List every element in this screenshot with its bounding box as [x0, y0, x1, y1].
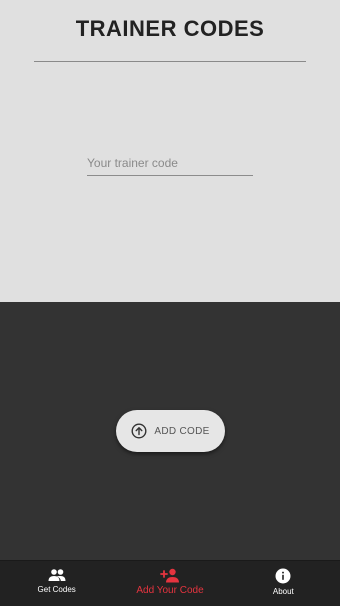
nav-item-get-codes[interactable]: Get Codes [0, 561, 113, 606]
trainer-code-input[interactable] [87, 150, 253, 176]
people-icon [48, 568, 66, 582]
bottom-nav: Get Codes Add Your Code About [0, 560, 340, 606]
nav-item-add-your-code[interactable]: Add Your Code [113, 561, 226, 606]
nav-label-about: About [272, 587, 294, 596]
nav-item-about[interactable]: About [227, 561, 340, 606]
top-panel: TRAINER CODES [0, 0, 340, 302]
add-code-label: ADD CODE [154, 425, 210, 437]
upload-circle-icon [131, 423, 147, 439]
add-person-icon [160, 568, 180, 583]
title-divider [34, 61, 306, 62]
add-code-button[interactable]: ADD CODE [116, 410, 225, 452]
info-icon [275, 568, 291, 584]
nav-label-add-your-code: Add Your Code [136, 585, 204, 596]
page-title: TRAINER CODES [75, 16, 265, 41]
nav-label-get-codes: Get Codes [37, 585, 76, 594]
